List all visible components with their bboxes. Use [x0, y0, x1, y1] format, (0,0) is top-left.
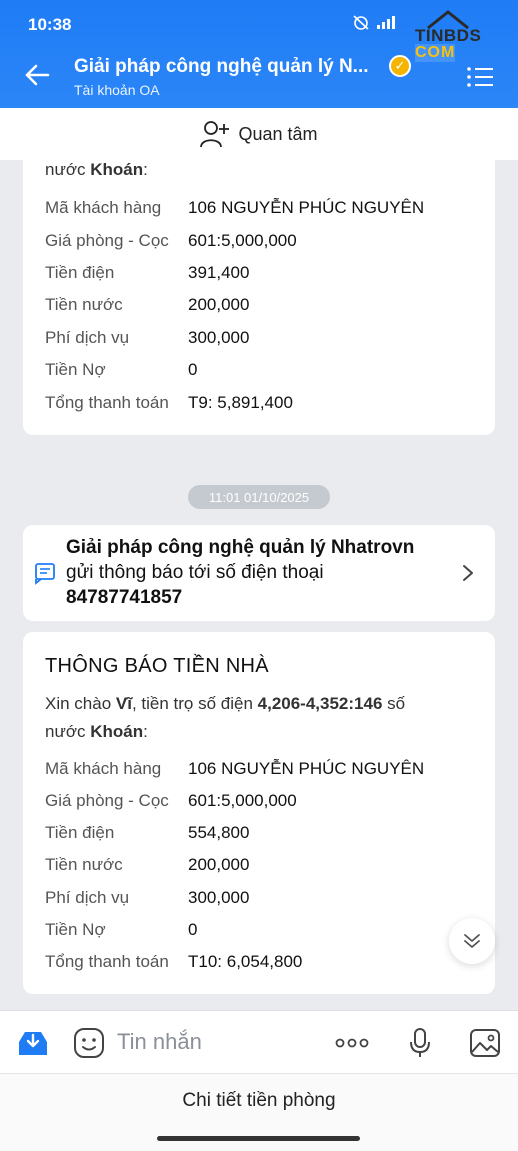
menu-room-details[interactable]: Chi tiết tiền phòng: [0, 1090, 518, 1112]
row-customer-code: Mã khách hàng 106 NGUYỄN PHÚC NGUYÊN: [45, 198, 425, 217]
verified-badge-icon: ✓: [389, 55, 411, 77]
row-total: Tổng thanh toán T9: 5,891,400: [45, 393, 293, 412]
menu-list-icon[interactable]: [466, 66, 494, 88]
signal-icon: [377, 16, 395, 29]
double-chevron-down-icon: [464, 934, 480, 948]
row-water: Tiền nước 200,000: [45, 295, 250, 314]
row-service-fee: Phí dịch vụ 300,000: [45, 888, 250, 907]
inbox-download-icon: [19, 1032, 47, 1055]
row-room-deposit: Giá phòng - Cọc 601:5,000,000: [45, 791, 297, 810]
chevron-right-icon: [463, 565, 473, 581]
page-subtitle: Tài khoản OA: [74, 82, 160, 98]
microphone-icon: [410, 1028, 430, 1057]
follow-label: Quan tâm: [238, 123, 318, 144]
row-room-deposit: Giá phòng - Cọc 601:5,000,000: [45, 231, 297, 250]
more-dots-icon: [335, 1038, 369, 1048]
notice-line2: gửi thông báo tới số điện thoại: [66, 562, 324, 583]
inbox-download-button[interactable]: [16, 1026, 50, 1060]
message-card-latest: THÔNG BÁO TIỀN NHÀ Xin chào Vĩ, tiền trọ…: [23, 632, 495, 994]
add-user-icon: [200, 121, 230, 148]
message-card-previous: nước Khoán: Mã khách hàng 106 NGUYỄN PHÚC…: [23, 150, 495, 435]
row-debt: Tiền Nợ 0: [45, 360, 198, 379]
voice-button[interactable]: [403, 1026, 437, 1060]
notice-text: Giải pháp công nghệ quản lý Nhatrovn gửi…: [66, 535, 414, 610]
oa-bottom-menu: Chi tiết tiền phòng: [0, 1073, 518, 1151]
message-input[interactable]: Tin nhắn: [117, 1029, 202, 1055]
card-title: THÔNG BÁO TIỀN NHÀ: [45, 655, 269, 677]
sticker-button[interactable]: [72, 1026, 106, 1060]
back-arrow-icon[interactable]: [22, 60, 52, 90]
scroll-to-bottom-button[interactable]: [449, 918, 495, 964]
image-icon: [470, 1029, 500, 1057]
row-electricity: Tiền điện 554,800: [45, 823, 250, 842]
more-options-button[interactable]: [335, 1026, 369, 1060]
watermark-line2: COM: [415, 44, 456, 62]
watermark-line1: TINBDS: [415, 26, 482, 45]
status-time: 10:38: [28, 15, 72, 34]
watermark-logo: TINBDS COM: [415, 10, 482, 62]
card-intro: nước Khoán:: [45, 160, 148, 179]
row-water: Tiền nước 200,000: [45, 855, 250, 874]
row-electricity: Tiền điện 391,400: [45, 263, 250, 282]
row-service-fee: Phí dịch vụ 300,000: [45, 328, 250, 347]
message-timestamp: 11:01 01/10/2025: [188, 485, 330, 509]
emoji-sticker-icon: [74, 1028, 104, 1058]
page-title[interactable]: Giải pháp công nghệ quản lý N...: [74, 56, 369, 78]
notice-sender: Giải pháp công nghệ quản lý Nhatrovn: [66, 537, 415, 558]
message-input-bar: Tin nhắn: [0, 1010, 518, 1073]
message-note-icon: [35, 563, 55, 585]
card-greeting: Xin chào Vĩ, tiền trọ số điện 4,206-4,35…: [45, 694, 406, 741]
alarm-icon: [353, 15, 369, 30]
row-total: Tổng thanh toán T10: 6,054,800: [45, 952, 303, 971]
home-indicator[interactable]: [157, 1136, 360, 1141]
status-icons: [352, 14, 398, 30]
sender-notice[interactable]: Giải pháp công nghệ quản lý Nhatrovn gửi…: [23, 525, 495, 621]
row-debt: Tiền Nợ 0: [45, 920, 198, 939]
image-picker-button[interactable]: [468, 1026, 502, 1060]
app-header: 10:38 TINBDS COM Giải pháp công nghệ quả…: [0, 0, 518, 108]
notice-phone: 84787741857: [66, 587, 183, 608]
row-customer-code: Mã khách hàng 106 NGUYỄN PHÚC NGUYÊN: [45, 759, 425, 778]
